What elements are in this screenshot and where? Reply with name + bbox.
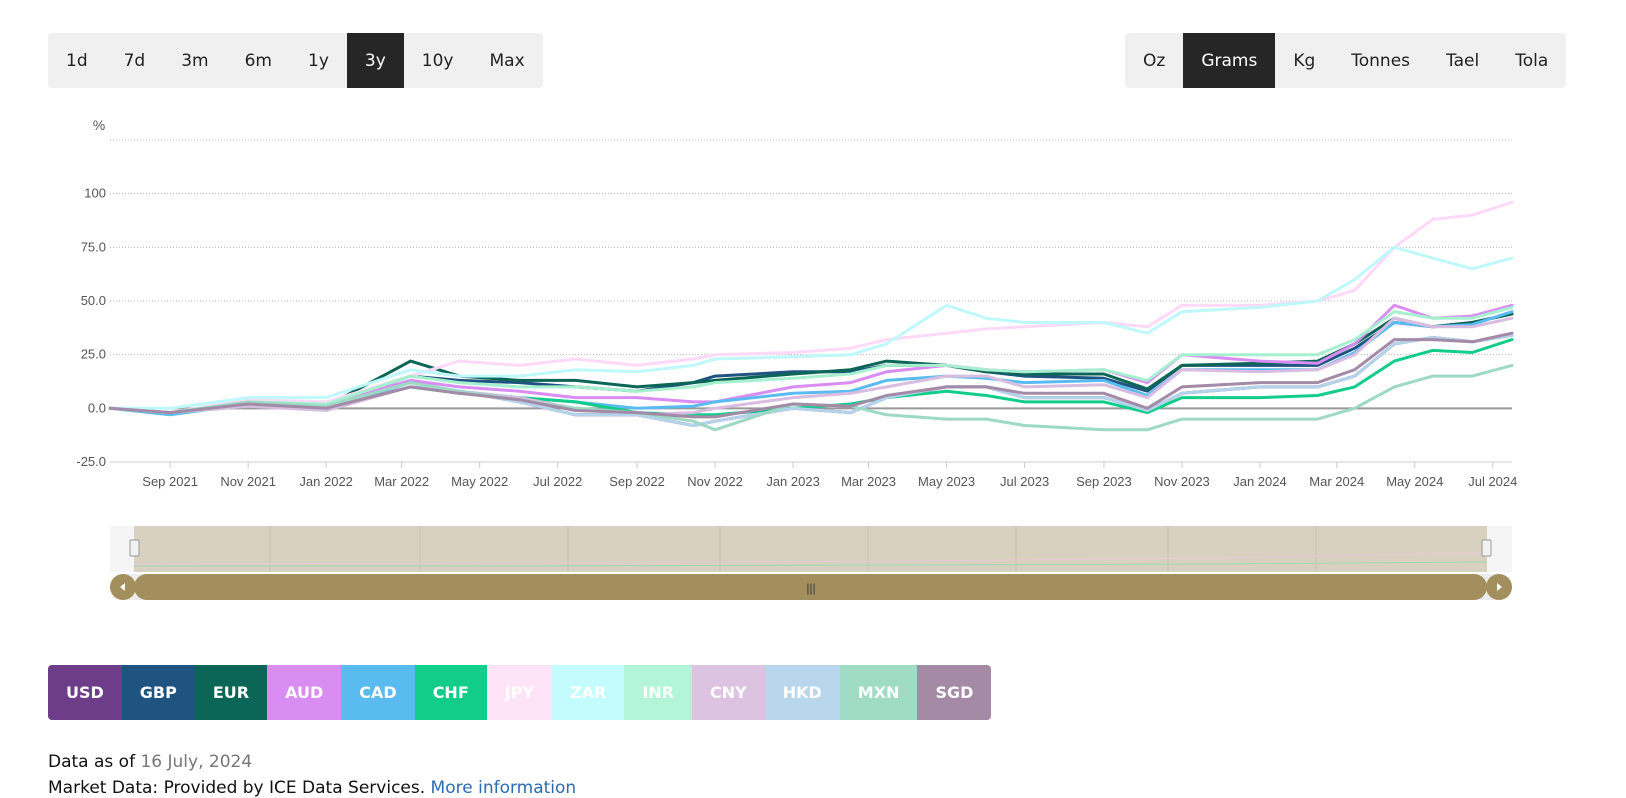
currency-toggle-gbp[interactable]: GBP bbox=[121, 665, 195, 720]
currency-selector: USD GBP EUR AUD CAD CHF JPY ZAR INR CNY HKD MXN SGD bbox=[48, 665, 992, 720]
series-line-hkd bbox=[108, 333, 1514, 427]
currency-toggle-mxn[interactable]: MXN bbox=[839, 665, 918, 720]
currency-toggle-inr[interactable]: INR bbox=[624, 665, 692, 720]
navigator-right-handle[interactable] bbox=[1481, 539, 1492, 557]
gold-price-chart: -25.0 0.0 25.0 50.0 75.0 100% Sep 2021 Nov 2021… bbox=[76, 117, 1517, 489]
x-tick-label: Jan 2024 bbox=[1233, 474, 1287, 489]
x-tick-label: May 2023 bbox=[918, 474, 975, 489]
x-tick-label: Sep 2021 bbox=[142, 474, 198, 489]
x-tick-label: Sep 2022 bbox=[609, 474, 665, 489]
currency-toggle-sgd[interactable]: SGD bbox=[917, 665, 992, 720]
y-tick-label: 75.0 bbox=[81, 239, 106, 254]
data-as-of-line: Data as of 16 July, 2024 bbox=[48, 752, 252, 772]
time-range-selector: 1d 7d 3m 6m 1y 3y 10y Max bbox=[48, 33, 543, 88]
range-button-1y[interactable]: 1y bbox=[290, 33, 347, 88]
unit-button-tola[interactable]: Tola bbox=[1497, 33, 1566, 88]
more-information-link[interactable]: More information bbox=[431, 778, 577, 798]
currency-toggle-cny[interactable]: CNY bbox=[692, 665, 765, 720]
y-axis-unit: % bbox=[93, 117, 105, 133]
unit-button-tonnes[interactable]: Tonnes bbox=[1333, 33, 1428, 88]
currency-toggle-jpy[interactable]: JPY bbox=[486, 665, 553, 720]
series-line-jpy bbox=[108, 200, 1514, 415]
data-as-of-label: Data as of bbox=[48, 752, 136, 772]
y-tick-label: 0.0 bbox=[88, 400, 106, 415]
x-tick-label: Mar 2022 bbox=[374, 474, 429, 489]
currency-toggle-chf[interactable]: CHF bbox=[414, 665, 487, 720]
market-data-label: Market Data: Provided by ICE Data Servic… bbox=[48, 778, 426, 798]
chart-navigator[interactable]: ||| bbox=[110, 526, 1512, 602]
x-tick-label: May 2024 bbox=[1386, 474, 1443, 489]
x-tick-label: May 2022 bbox=[451, 474, 508, 489]
range-button-max[interactable]: Max bbox=[471, 33, 542, 88]
range-button-7d[interactable]: 7d bbox=[106, 33, 164, 88]
unit-button-kg[interactable]: Kg bbox=[1275, 33, 1333, 88]
y-tick-label: 100 bbox=[84, 186, 106, 201]
y-tick-label: 25.0 bbox=[81, 347, 106, 362]
range-button-3m[interactable]: 3m bbox=[163, 33, 226, 88]
x-tick-label: Jul 2024 bbox=[1468, 474, 1517, 489]
unit-button-tael[interactable]: Tael bbox=[1428, 33, 1497, 88]
unit-selector: Oz Grams Kg Tonnes Tael Tola bbox=[1125, 33, 1567, 88]
unit-button-oz[interactable]: Oz bbox=[1125, 33, 1183, 88]
navigator-left-handle[interactable] bbox=[129, 539, 140, 557]
data-as-of-date: 16 July, 2024 bbox=[140, 752, 253, 772]
y-tick-label: 50.0 bbox=[81, 293, 106, 308]
range-button-6m[interactable]: 6m bbox=[227, 33, 290, 88]
range-button-1d[interactable]: 1d bbox=[48, 33, 106, 88]
y-tick-label: -25.0 bbox=[76, 454, 106, 469]
currency-toggle-usd[interactable]: USD bbox=[48, 665, 122, 720]
x-tick-label: Mar 2023 bbox=[841, 474, 896, 489]
x-tick-label: Sep 2023 bbox=[1076, 474, 1132, 489]
x-tick-label: Jan 2022 bbox=[299, 474, 353, 489]
currency-toggle-cad[interactable]: CAD bbox=[341, 665, 415, 720]
x-tick-label: Mar 2024 bbox=[1309, 474, 1364, 489]
range-button-3y[interactable]: 3y bbox=[346, 33, 404, 88]
market-data-line: Market Data: Provided by ICE Data Servic… bbox=[48, 778, 576, 798]
currency-toggle-eur[interactable]: EUR bbox=[194, 665, 268, 720]
currency-toggle-hkd[interactable]: HKD bbox=[764, 665, 840, 720]
series-line-usd bbox=[108, 333, 1514, 427]
x-tick-label: Jan 2023 bbox=[766, 474, 820, 489]
unit-button-grams[interactable]: Grams bbox=[1183, 33, 1276, 88]
x-tick-label: Nov 2023 bbox=[1154, 474, 1210, 489]
x-tick-label: Nov 2021 bbox=[220, 474, 276, 489]
x-tick-label: Jul 2023 bbox=[1000, 474, 1049, 489]
scrollbar-grip-icon: ||| bbox=[806, 581, 815, 595]
x-tick-label: Jul 2022 bbox=[533, 474, 582, 489]
range-button-10y[interactable]: 10y bbox=[404, 33, 472, 88]
currency-toggle-aud[interactable]: AUD bbox=[267, 665, 342, 720]
currency-toggle-zar[interactable]: ZAR bbox=[552, 665, 625, 720]
x-tick-label: Nov 2022 bbox=[687, 474, 743, 489]
